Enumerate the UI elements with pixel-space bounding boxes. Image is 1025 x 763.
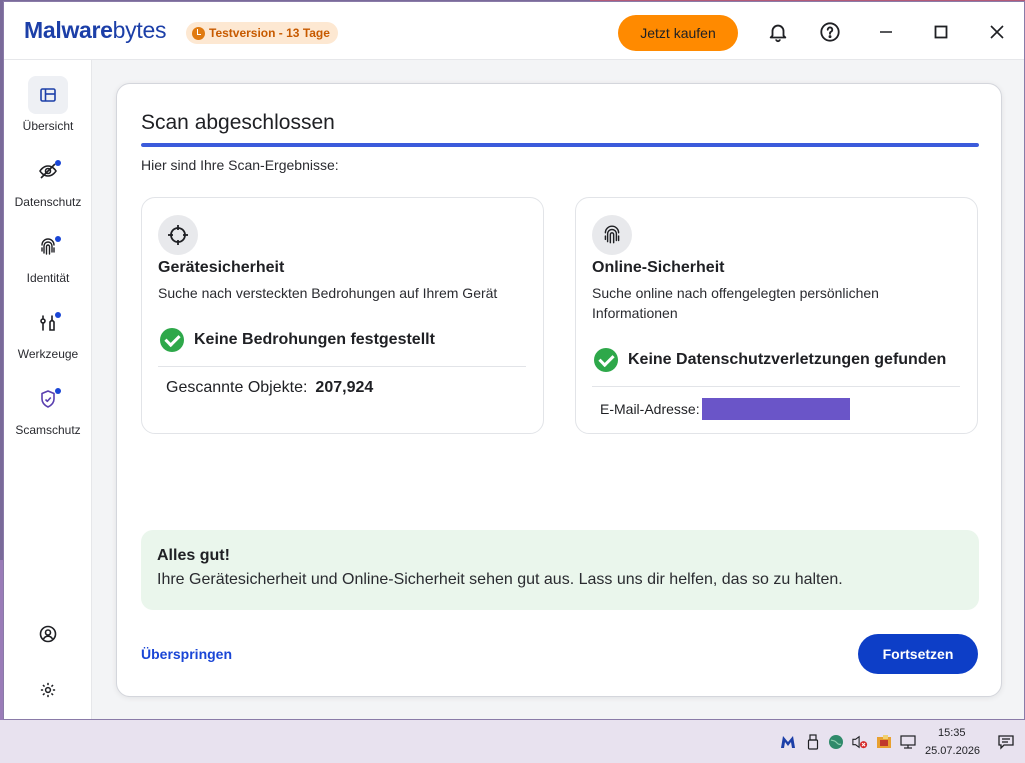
sidebar-item-label: Werkzeuge bbox=[17, 347, 79, 361]
sidebar-item-label: Datenschutz bbox=[14, 195, 82, 209]
sidebar-item-privacy[interactable]: Datenschutz bbox=[4, 152, 92, 212]
logo-text-bold: Malware bbox=[24, 17, 113, 43]
divider bbox=[158, 366, 526, 367]
gear-icon[interactable] bbox=[36, 678, 60, 702]
notification-dot bbox=[55, 312, 61, 318]
page-title: Scan abgeschlossen bbox=[141, 111, 335, 134]
fingerprint-icon bbox=[592, 215, 632, 255]
continue-button[interactable]: Fortsetzen bbox=[858, 634, 978, 674]
maximize-icon[interactable] bbox=[929, 20, 953, 44]
notification-dot bbox=[55, 388, 61, 394]
online-security-panel: Online-Sicherheit Suche online nach offe… bbox=[575, 197, 978, 434]
divider bbox=[592, 386, 960, 387]
device-security-title: Gerätesicherheit bbox=[158, 259, 285, 276]
minimize-icon[interactable] bbox=[874, 20, 898, 44]
scanned-objects-label: Gescannte Objekte: bbox=[166, 379, 308, 396]
usb-icon[interactable] bbox=[805, 734, 821, 750]
taskbar-time[interactable]: 15:35 bbox=[938, 727, 966, 739]
summary-text: Ihre Gerätesicherheit und Online-Sicherh… bbox=[157, 571, 843, 588]
trial-badge[interactable]: Testversion - 13 Tage bbox=[186, 22, 338, 44]
sidebar-item-tools[interactable]: Werkzeuge bbox=[4, 304, 92, 364]
close-icon[interactable] bbox=[985, 20, 1009, 44]
sidebar-item-overview[interactable]: Übersicht bbox=[4, 76, 92, 136]
device-status: Keine Bedrohungen festgestellt bbox=[160, 328, 435, 352]
email-label: E-Mail-Adresse: bbox=[600, 401, 700, 417]
sidebar-item-label: Übersicht bbox=[22, 119, 74, 133]
title-bar: Malware bytes Testversion - 13 Tage Jetzt… bbox=[4, 2, 1024, 60]
scanned-objects-value: 207,924 bbox=[315, 379, 374, 396]
email-row: E-Mail-Adresse: bbox=[600, 398, 850, 420]
notification-dot bbox=[55, 160, 61, 166]
app-tray-icon[interactable] bbox=[876, 734, 892, 750]
scan-progress-fill bbox=[141, 143, 979, 147]
sidebar: Übersicht Datenschutz Identität Werkzeug… bbox=[4, 60, 92, 719]
notification-center-icon[interactable] bbox=[998, 734, 1014, 750]
email-redacted-value bbox=[701, 398, 850, 420]
crosshair-icon bbox=[158, 215, 198, 255]
device-security-panel: Gerätesicherheit Suche nach versteckten … bbox=[141, 197, 544, 434]
account-icon[interactable] bbox=[36, 622, 60, 646]
help-icon[interactable] bbox=[818, 20, 842, 44]
online-status: Keine Datenschutzverletzungen gefunden bbox=[594, 348, 946, 372]
summary-box: Alles gut! Ihre Gerätesicherheit und Onl… bbox=[141, 530, 979, 610]
check-circle-icon bbox=[160, 328, 184, 352]
online-status-text: Keine Datenschutzverletzungen gefunden bbox=[628, 351, 947, 368]
scan-results-card: Scan abgeschlossen Hier sind Ihre Scan-E… bbox=[116, 83, 1002, 697]
results-subtitle: Hier sind Ihre Scan-Ergebnisse: bbox=[141, 157, 339, 173]
clock-icon bbox=[192, 26, 205, 40]
sidebar-item-icon-wrap bbox=[28, 76, 68, 114]
scanned-objects-row: Gescannte Objekte: 207,924 bbox=[166, 379, 373, 397]
online-security-title: Online-Sicherheit bbox=[592, 259, 725, 276]
online-security-description: Suche online nach offengelegten persönli… bbox=[592, 285, 879, 321]
sidebar-item-label: Identität bbox=[26, 271, 70, 285]
device-security-description: Suche nach versteckten Bedrohungen auf I… bbox=[158, 285, 498, 301]
sidebar-item-label: Scamschutz bbox=[15, 423, 81, 437]
summary-title: Alles gut! bbox=[157, 547, 230, 564]
speaker-muted-icon[interactable] bbox=[852, 734, 868, 750]
overview-icon bbox=[40, 88, 56, 102]
skip-link[interactable]: Überspringen bbox=[141, 646, 232, 662]
sidebar-item-icon-wrap bbox=[28, 152, 68, 190]
check-circle-icon bbox=[594, 348, 618, 372]
buy-now-button[interactable]: Jetzt kaufen bbox=[618, 15, 738, 51]
bell-icon[interactable] bbox=[766, 20, 790, 44]
display-icon[interactable] bbox=[900, 734, 916, 750]
trial-badge-label: Testversion - 13 Tage bbox=[209, 26, 330, 40]
notification-dot bbox=[55, 236, 61, 242]
taskbar-date[interactable]: 25.07.2026 bbox=[925, 745, 980, 757]
logo-text-light: bytes bbox=[112, 17, 167, 43]
app-logo: Malware bytes bbox=[24, 17, 166, 44]
taskbar: 15:35 25.07.2026 bbox=[0, 720, 1025, 763]
network-globe-icon[interactable] bbox=[828, 734, 844, 750]
sidebar-item-identity[interactable]: Identität bbox=[4, 228, 92, 288]
sidebar-item-icon-wrap bbox=[28, 380, 68, 418]
app-window: Malware bytes Testversion - 13 Tage Jetzt… bbox=[3, 1, 1025, 720]
device-status-text: Keine Bedrohungen festgestellt bbox=[194, 331, 435, 348]
malwarebytes-tray-icon[interactable] bbox=[780, 734, 796, 750]
sidebar-item-icon-wrap bbox=[28, 304, 68, 342]
sidebar-item-scam-protection[interactable]: Scamschutz bbox=[4, 380, 92, 440]
sidebar-item-icon-wrap bbox=[28, 228, 68, 266]
scan-progress-bar bbox=[141, 143, 979, 147]
